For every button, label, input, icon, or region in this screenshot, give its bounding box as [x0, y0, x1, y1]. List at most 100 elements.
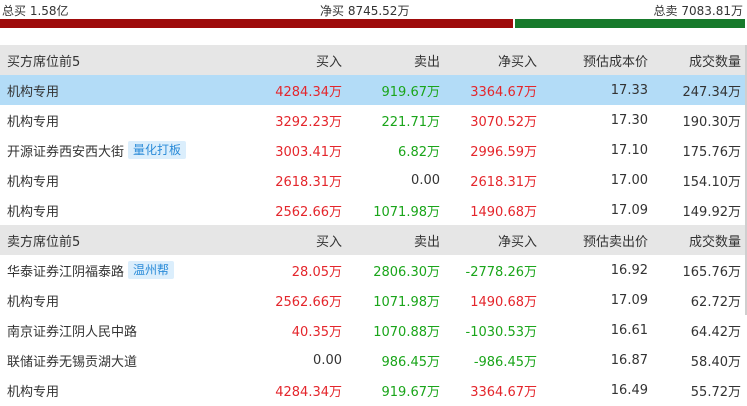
column-header[interactable]: 卖出 [342, 45, 440, 75]
buy-amount: 2562.66万 [275, 204, 342, 220]
seat-name[interactable]: 机构专用 [7, 85, 59, 100]
total-sell-label: 总卖 7083.81万 [653, 4, 743, 18]
trade-volume: 149.92万 [682, 204, 742, 220]
column-header[interactable]: 成交数量 [648, 225, 745, 255]
buy-amount: 28.05万 [291, 264, 342, 280]
dragon-tiger-table: 买方席位前5 买入 卖出 净买入 预估成本价 成交数量 机构专用 4284.34万 919.67… [0, 45, 745, 405]
column-header[interactable]: 买入 [252, 45, 342, 75]
column-header[interactable]: 净买入 [440, 45, 537, 75]
column-header[interactable]: 预估卖出价 [537, 225, 648, 255]
net-buy-amount: 1490.68万 [470, 204, 537, 220]
buy-amount: 0.00 [313, 352, 342, 368]
estimated-price: 16.87 [610, 352, 648, 368]
seat-name[interactable]: 机构专用 [7, 385, 59, 400]
buy-amount: 2562.66万 [275, 294, 342, 310]
summary-bar: 总买 1.58亿 净买 8745.52万 总卖 7083.81万 [0, 0, 747, 20]
buy-amount: 40.35万 [291, 324, 342, 340]
buy-amount: 2618.31万 [275, 174, 342, 190]
estimated-price: 17.00 [610, 172, 648, 188]
trade-volume: 58.40万 [690, 354, 741, 370]
estimated-price: 17.09 [610, 202, 648, 218]
sell-amount: 919.67万 [342, 75, 440, 105]
buy-amount: 4284.34万 [252, 75, 342, 105]
sell-amount: 221.71万 [381, 114, 441, 130]
estimated-price: 16.92 [610, 262, 648, 278]
seat-tag-badge[interactable]: 温州帮 [128, 261, 175, 279]
sell-amount: 986.45万 [381, 354, 441, 370]
seat-name-cell[interactable]: 机构专用 [0, 285, 252, 315]
buy-amount: 4284.34万 [275, 384, 342, 400]
trade-volume: 175.76万 [682, 144, 742, 160]
column-header[interactable]: 卖方席位前5 [0, 225, 252, 255]
trade-volume: 247.34万 [648, 75, 745, 105]
table-row[interactable]: 机构专用 2562.66万 1071.98万 1490.68万 17.09 62.72万 [0, 285, 745, 315]
seat-name-cell[interactable]: 机构专用 [0, 105, 252, 135]
net-buy-amount: -1030.53万 [465, 324, 537, 340]
seat-name-cell[interactable]: 机构专用 [0, 75, 252, 105]
net-buy-amount: -986.45万 [473, 354, 537, 370]
buy-sell-ratio-bar [0, 19, 745, 28]
seat-name[interactable]: 华泰证券江阴福泰路 [7, 265, 124, 280]
trade-volume: 165.76万 [682, 264, 742, 280]
net-buy-amount: 1490.68万 [470, 294, 537, 310]
seat-name[interactable]: 开源证券西安西大街 [7, 145, 124, 160]
column-header[interactable]: 买方席位前5 [0, 45, 252, 75]
sell-amount: 919.67万 [381, 384, 441, 400]
seat-name[interactable]: 机构专用 [7, 295, 59, 310]
table-row[interactable]: 机构专用 2618.31万 0.00 2618.31万 17.00 154.10万 [0, 165, 745, 195]
estimated-price: 17.30 [610, 112, 648, 128]
buy-amount: 3003.41万 [275, 144, 342, 160]
seat-name[interactable]: 南京证券江阴人民中路 [7, 325, 137, 340]
seat-name-cell[interactable]: 机构专用 [0, 195, 252, 225]
estimated-price: 17.33 [537, 75, 648, 105]
table-row[interactable]: 开源证券西安西大街 量化打板 3003.41万 6.82万 2996.59万 17.10 1… [0, 135, 745, 165]
seat-name[interactable]: 机构专用 [7, 205, 59, 220]
table-row[interactable]: 联储证券无锡贡湖大道 0.00 986.45万 -986.45万 16.87 58.40万 [0, 345, 745, 375]
sell-amount: 0.00 [411, 172, 440, 188]
trade-volume: 154.10万 [682, 174, 742, 190]
table-row[interactable]: 华泰证券江阴福泰路 温州帮 28.05万 2806.30万 -2778.26万 16.92… [0, 255, 745, 285]
table-row[interactable]: 机构专用 4284.34万 919.67万 3364.67万 17.33 247.34万 [0, 75, 745, 105]
trade-volume: 55.72万 [690, 384, 741, 400]
trade-volume: 62.72万 [690, 294, 741, 310]
estimated-price: 16.49 [610, 382, 648, 398]
net-buy-amount: 2618.31万 [470, 174, 537, 190]
column-header[interactable]: 预估成本价 [537, 45, 648, 75]
sell-amount: 1071.98万 [373, 204, 440, 220]
seat-tag-badge[interactable]: 量化打板 [128, 141, 187, 159]
seat-name-cell[interactable]: 华泰证券江阴福泰路 温州帮 [0, 255, 252, 285]
net-buy-amount: 3364.67万 [470, 384, 537, 400]
seat-name[interactable]: 机构专用 [7, 115, 59, 130]
trade-volume: 64.42万 [690, 324, 741, 340]
sell-ratio-segment [515, 19, 745, 28]
net-buy-amount: 3070.52万 [470, 114, 537, 130]
table-row[interactable]: 机构专用 3292.23万 221.71万 3070.52万 17.30 190.30万 [0, 105, 745, 135]
seat-name-cell[interactable]: 机构专用 [0, 375, 252, 405]
sell-section-header: 卖方席位前5 买入 卖出 净买入 预估卖出价 成交数量 [0, 225, 745, 255]
column-header[interactable]: 卖出 [342, 225, 440, 255]
seat-name-cell[interactable]: 南京证券江阴人民中路 [0, 315, 252, 345]
seat-name-cell[interactable]: 联储证券无锡贡湖大道 [0, 345, 252, 375]
seat-name-cell[interactable]: 开源证券西安西大街 量化打板 [0, 135, 252, 165]
buy-amount: 3292.23万 [275, 114, 342, 130]
sell-amount: 1070.88万 [373, 324, 440, 340]
column-header[interactable]: 成交数量 [648, 45, 745, 75]
net-buy-label: 净买 8745.52万 [320, 4, 410, 18]
seat-name[interactable]: 机构专用 [7, 175, 59, 190]
estimated-price: 17.10 [610, 142, 648, 158]
total-buy-label: 总买 1.58亿 [2, 4, 69, 18]
table-row[interactable]: 机构专用 4284.34万 919.67万 3364.67万 16.49 55.72万 [0, 375, 745, 405]
seat-name[interactable]: 联储证券无锡贡湖大道 [7, 355, 137, 370]
buy-ratio-segment [0, 19, 514, 28]
column-header[interactable]: 买入 [252, 225, 342, 255]
table-row[interactable]: 南京证券江阴人民中路 40.35万 1070.88万 -1030.53万 16.61 64… [0, 315, 745, 345]
sell-amount: 2806.30万 [373, 264, 440, 280]
sell-amount: 1071.98万 [373, 294, 440, 310]
seat-name-cell[interactable]: 机构专用 [0, 165, 252, 195]
table-row[interactable]: 机构专用 2562.66万 1071.98万 1490.68万 17.09 149.92万 [0, 195, 745, 225]
estimated-price: 17.09 [610, 292, 648, 308]
net-buy-amount: 2996.59万 [470, 144, 537, 160]
trade-volume: 190.30万 [682, 114, 742, 130]
column-header[interactable]: 净买入 [440, 225, 537, 255]
net-buy-amount: -2778.26万 [465, 264, 537, 280]
